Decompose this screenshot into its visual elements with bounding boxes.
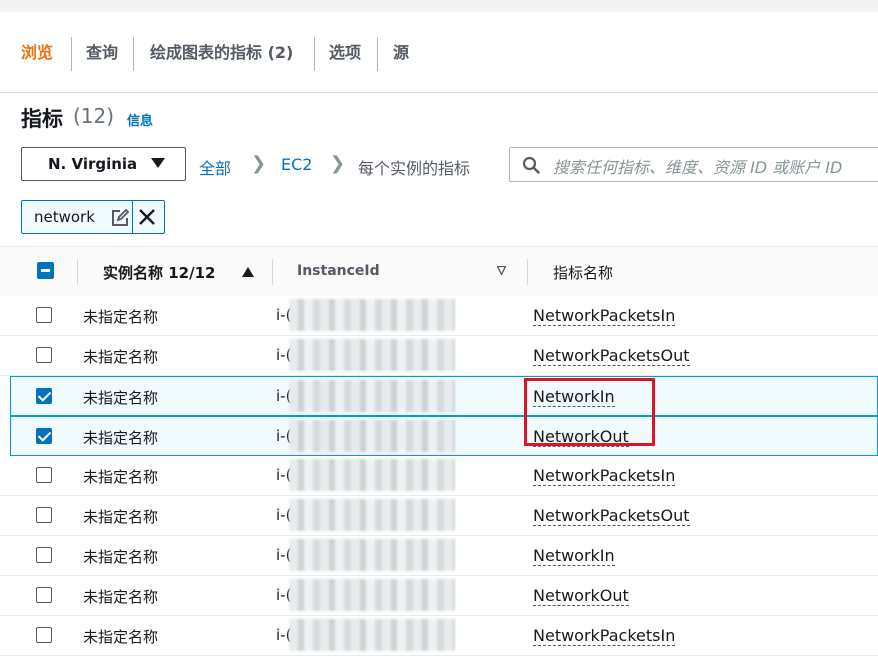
instance-name-cell: 未指定名称: [83, 588, 159, 606]
search-icon: [522, 156, 540, 174]
info-link[interactable]: 信息: [127, 110, 153, 129]
table-row[interactable]: 未指定名称 i-(NetworkOut: [10, 416, 878, 456]
metric-name-link[interactable]: NetworkPacketsIn: [533, 466, 676, 486]
instance-name-cell: 未指定名称: [83, 548, 159, 566]
redacted-instance-id: [289, 420, 455, 452]
column-divider: [527, 259, 528, 285]
edit-icon[interactable]: [111, 209, 129, 227]
row-checkbox[interactable]: [36, 388, 52, 404]
metric-name-link[interactable]: NetworkPacketsOut: [533, 506, 690, 526]
instance-name-cell: 未指定名称: [83, 508, 159, 526]
token-divider: [132, 201, 133, 233]
sort-descending-icon[interactable]: [497, 266, 506, 275]
row-checkbox[interactable]: [36, 627, 52, 643]
redacted-instance-id: [289, 539, 455, 571]
redacted-instance-id: [289, 459, 455, 491]
column-divider: [77, 259, 78, 285]
tab-source[interactable]: 源: [393, 43, 409, 63]
metric-name-link[interactable]: NetworkOut: [533, 586, 629, 606]
row-checkbox[interactable]: [36, 587, 52, 603]
table-row[interactable]: 未指定名称 i-(NetworkIn: [0, 536, 878, 576]
column-metric-name[interactable]: 指标名称: [553, 262, 613, 283]
close-icon[interactable]: [138, 208, 156, 226]
region-selector[interactable]: N. Virginia: [21, 147, 186, 181]
chevron-right-icon: ❯: [330, 153, 346, 174]
redacted-instance-id: [289, 299, 455, 331]
redacted-instance-id: [289, 339, 455, 371]
redacted-instance-id: [289, 579, 455, 611]
redacted-instance-id: [289, 499, 455, 531]
tab-query[interactable]: 查询: [86, 43, 118, 63]
table-row[interactable]: 未指定名称 i-(NetworkIn: [10, 376, 878, 416]
table-header: 实例名称 12/12 InstanceId 指标名称: [0, 246, 878, 298]
tab-browse[interactable]: 浏览: [21, 43, 53, 63]
row-checkbox[interactable]: [36, 347, 52, 363]
tab-divider: [133, 37, 134, 71]
row-checkbox[interactable]: [36, 547, 52, 563]
table-row[interactable]: 未指定名称 i-(NetworkOut: [0, 576, 878, 616]
sort-ascending-icon[interactable]: [242, 267, 254, 277]
column-divider: [272, 259, 273, 285]
annotation-highlight-box: [524, 378, 655, 446]
top-strip: [0, 0, 878, 12]
column-instance-id[interactable]: InstanceId: [297, 263, 380, 279]
tab-divider: [377, 37, 378, 71]
column-instance-name[interactable]: 实例名称 12/12: [103, 262, 215, 283]
breadcrumb-ec2[interactable]: EC2: [281, 155, 312, 174]
table-row[interactable]: 未指定名称 i-(NetworkPacketsIn: [0, 296, 878, 336]
breadcrumb-per-instance: 每个实例的指标: [358, 159, 471, 178]
metric-name-link[interactable]: NetworkPacketsIn: [533, 306, 676, 326]
search-input[interactable]: 搜索任何指标、维度、资源 ID 或账户 ID: [509, 147, 878, 182]
instance-name-cell: 未指定名称: [83, 628, 159, 646]
instance-name-cell: 未指定名称: [83, 468, 159, 486]
breadcrumb-all[interactable]: 全部: [199, 155, 231, 179]
chevron-right-icon: ❯: [251, 153, 267, 174]
caret-down-icon: [151, 158, 165, 168]
instance-name-cell: 未指定名称: [83, 389, 159, 407]
tab-bar: 浏览 查询 绘成图表的指标 (2) 选项 源: [0, 12, 878, 93]
metric-name-link[interactable]: NetworkPacketsIn: [533, 626, 676, 646]
table-row[interactable]: 未指定名称 i-(NetworkPacketsOut: [0, 336, 878, 376]
row-checkbox[interactable]: [36, 467, 52, 483]
redacted-instance-id: [289, 619, 455, 651]
region-label: N. Virginia: [48, 155, 138, 173]
metric-count: (12): [73, 104, 115, 128]
redacted-instance-id: [289, 380, 455, 412]
page-title: 指标: [21, 107, 63, 131]
metric-name-link[interactable]: NetworkPacketsOut: [533, 346, 690, 366]
row-checkbox[interactable]: [36, 507, 52, 523]
tab-graphed-metrics[interactable]: 绘成图表的指标 (2): [150, 43, 293, 63]
table-row[interactable]: 未指定名称 i-(NetworkPacketsIn: [0, 616, 878, 656]
tab-divider: [71, 37, 72, 71]
instance-name-cell: 未指定名称: [83, 429, 159, 447]
table-row[interactable]: 未指定名称 i-(NetworkPacketsOut: [0, 496, 878, 536]
instance-name-cell: 未指定名称: [83, 348, 159, 366]
select-all-checkbox[interactable]: [37, 262, 54, 279]
tab-options[interactable]: 选项: [329, 43, 361, 63]
row-checkbox[interactable]: [36, 307, 52, 323]
table-row[interactable]: 未指定名称 i-(NetworkPacketsIn: [0, 456, 878, 496]
instance-name-cell: 未指定名称: [83, 308, 159, 326]
tab-divider: [314, 37, 315, 71]
search-placeholder: 搜索任何指标、维度、资源 ID 或账户 ID: [553, 158, 843, 177]
metric-name-link[interactable]: NetworkIn: [533, 546, 615, 566]
filter-token-label: network: [34, 208, 95, 226]
filter-token: network: [21, 200, 165, 234]
row-checkbox[interactable]: [36, 428, 52, 444]
